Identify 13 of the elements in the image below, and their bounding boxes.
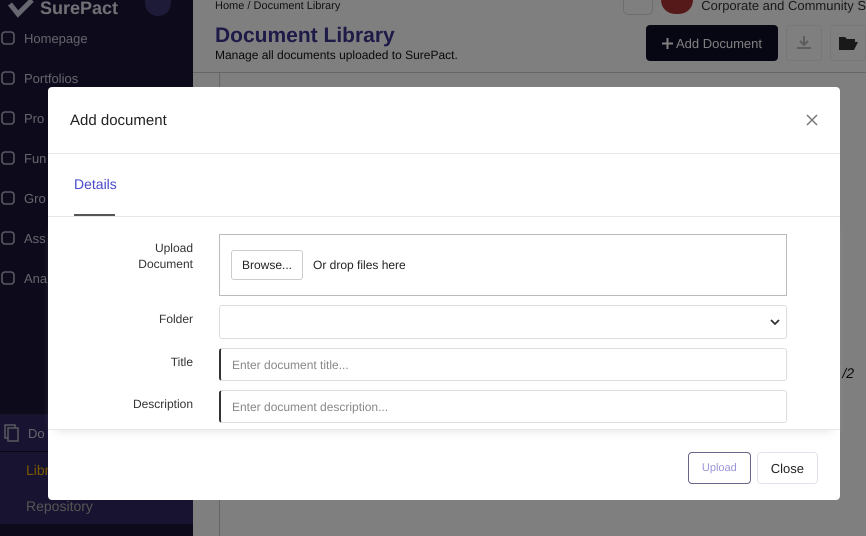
dialog-title: Add document [70,112,167,128]
field-label: Title [170,354,193,370]
breadcrumb: Home / Document Library [215,0,340,12]
drop-hint: Or drop files here [313,258,406,272]
field-label: Upload Document [137,240,193,272]
field-label: Folder [158,311,193,327]
logo-text: SurePact [40,0,118,16]
sidebar-group-label: Do [28,426,45,440]
field-label: Description [132,396,193,412]
page-title: Document Library [215,24,396,48]
page-subtitle: Manage all documents uploaded to SurePact. [215,48,458,62]
page-indicator: /2 [842,365,854,381]
user-name: Corporate and Community S [701,0,866,12]
